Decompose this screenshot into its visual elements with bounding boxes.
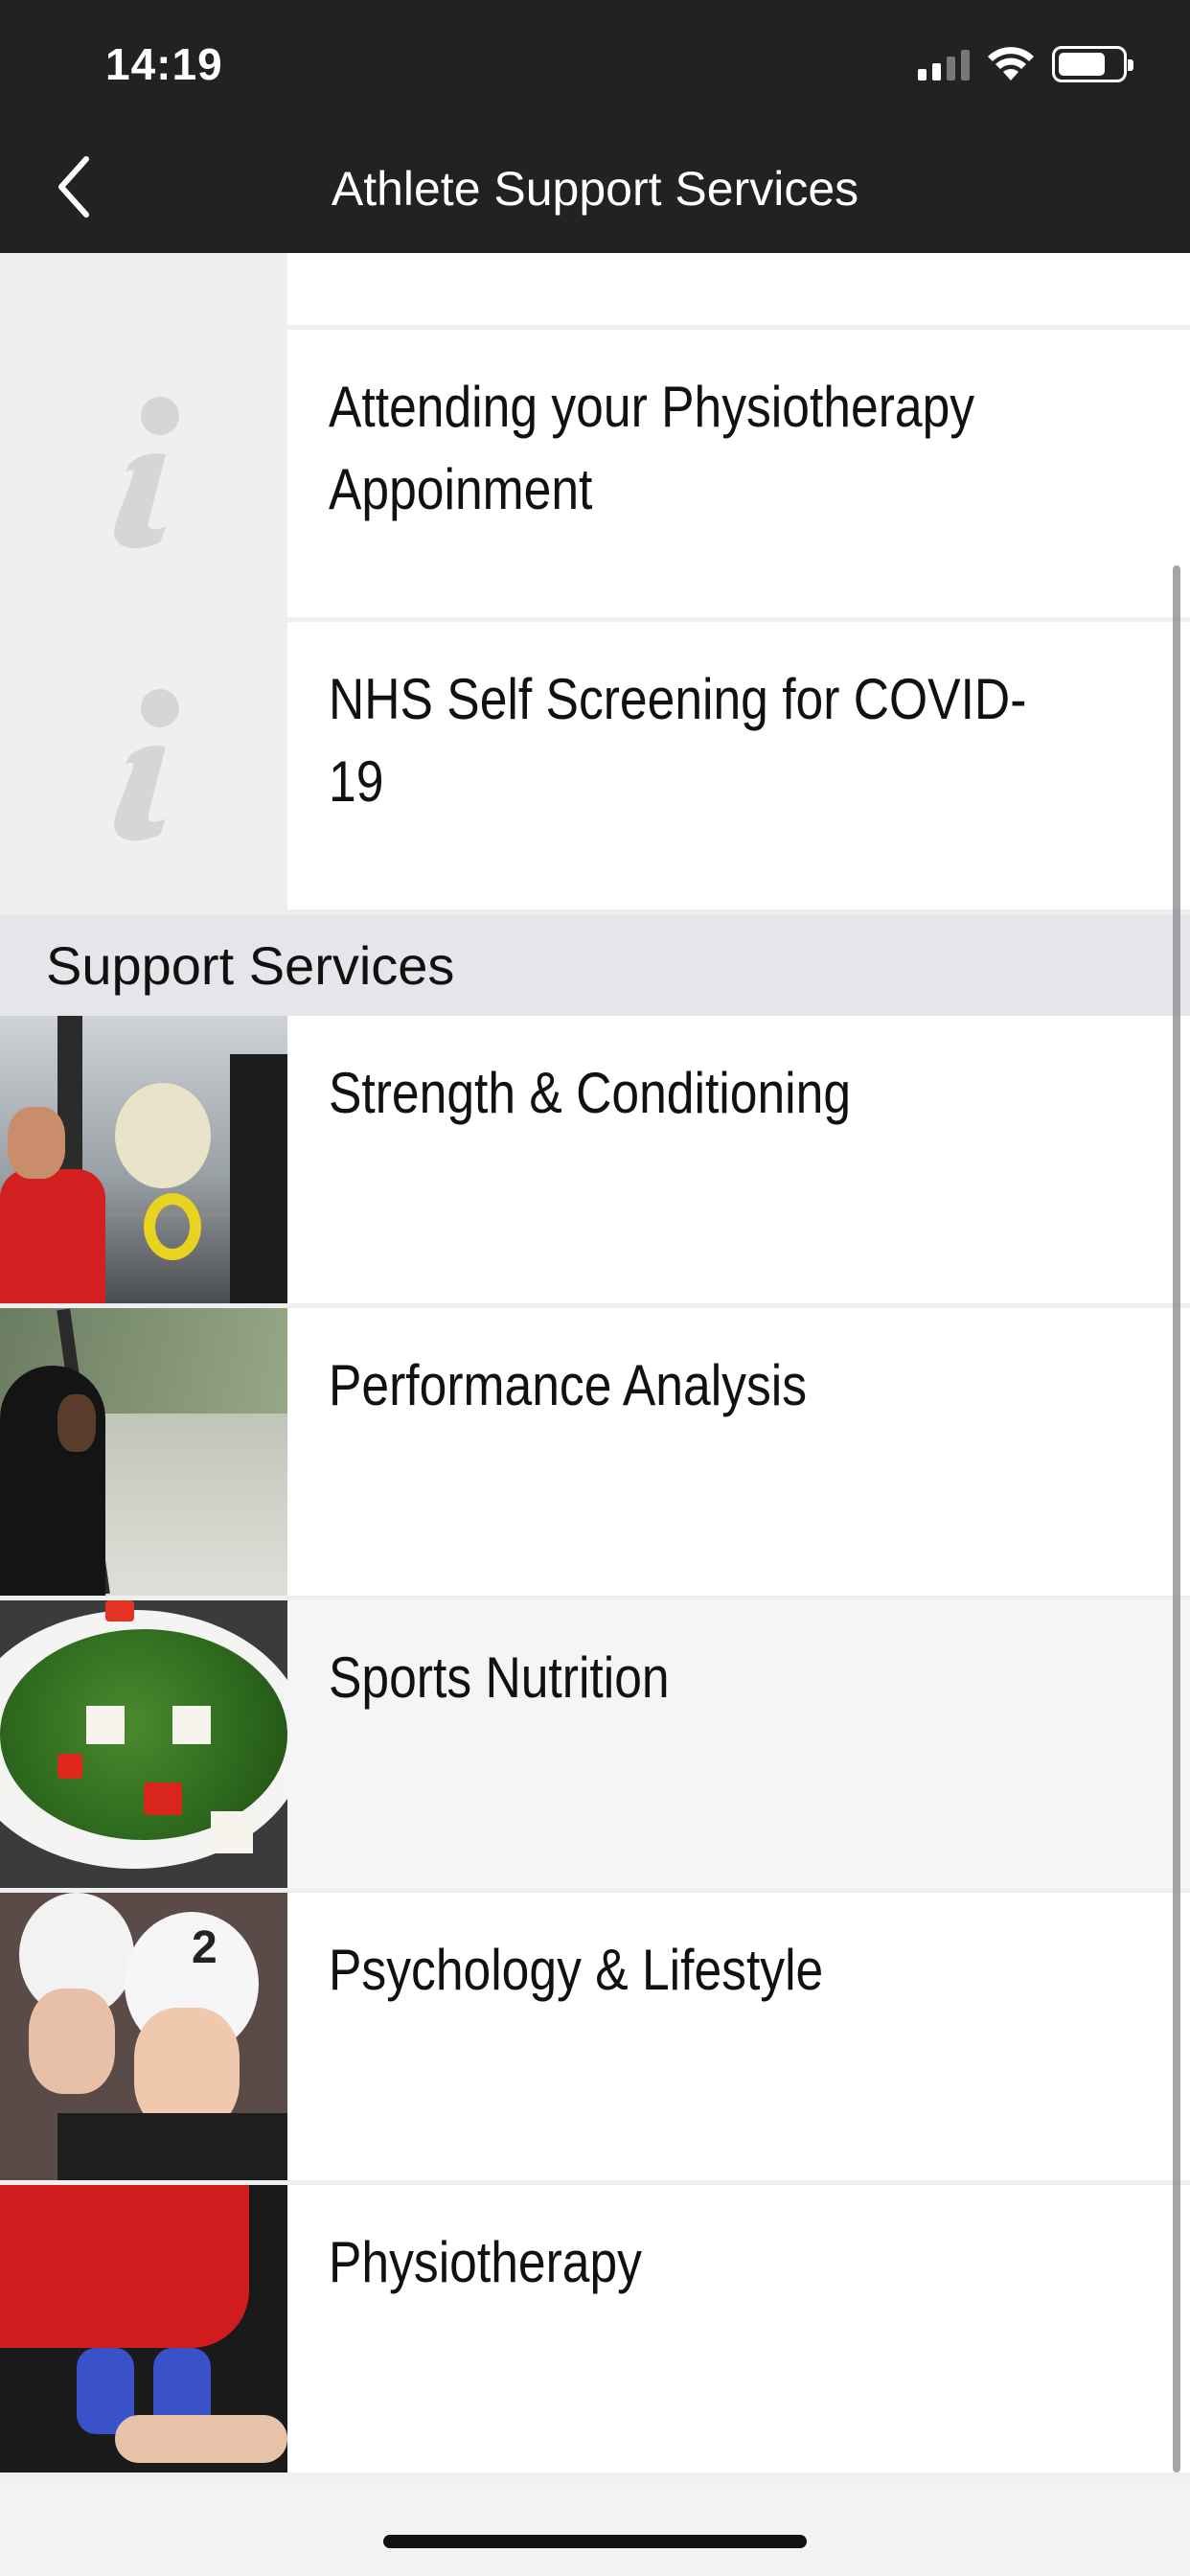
list-item-label: Sports Nutrition <box>329 1645 670 1710</box>
list-item-partial[interactable] <box>0 253 1190 330</box>
list-item-label: Psychology & Lifestyle <box>329 1938 824 2002</box>
list-item-physiotherapy[interactable]: Physiotherapy <box>0 2185 1190 2477</box>
top-bar: 14:19 Athlete Support Services <box>0 0 1190 253</box>
wifi-icon <box>988 47 1034 80</box>
analyst-photo <box>0 1308 287 1596</box>
list-item-covid-screening[interactable]: NHS Self Screening for COVID-19 <box>0 622 1190 914</box>
info-icon <box>114 397 179 549</box>
home-indicator[interactable] <box>383 2535 807 2548</box>
home-indicator-area <box>0 2478 1190 2576</box>
info-thumbnail <box>0 622 287 909</box>
list-item-strength-conditioning[interactable]: Strength & Conditioning <box>0 1016 1190 1308</box>
battery-icon <box>1052 46 1133 82</box>
page-title: Athlete Support Services <box>331 162 859 216</box>
cellular-signal-icon <box>918 48 970 80</box>
list-item-label: Physiotherapy <box>329 2230 642 2294</box>
list-item-psychology-lifestyle[interactable]: 2 Psychology & Lifestyle <box>0 1893 1190 2185</box>
services-list: Attending your Physiotherapy Appoinment … <box>0 253 1190 2477</box>
list-item-label: NHS Self Screening for COVID-19 <box>329 667 1027 814</box>
list-item-label: Performance Analysis <box>329 1353 808 1417</box>
physio-photo <box>0 2185 287 2472</box>
list-item-performance-analysis[interactable]: Performance Analysis <box>0 1308 1190 1600</box>
weightlifting-photo <box>0 1016 287 1303</box>
info-thumbnail <box>0 330 287 617</box>
list-item-label: Strength & Conditioning <box>329 1061 852 1125</box>
list-item-label: Attending your Physiotherapy Appoinment <box>329 375 975 521</box>
water-polo-photo: 2 <box>0 1893 287 2180</box>
section-header: Support Services <box>0 914 1190 1016</box>
salad-photo <box>0 1600 287 1888</box>
status-time: 14:19 <box>105 39 223 89</box>
list-item-sports-nutrition[interactable]: Sports Nutrition <box>0 1600 1190 1893</box>
status-icons <box>918 46 1133 82</box>
list-item-thumbnail <box>0 253 287 325</box>
list-item-physio-appointment[interactable]: Attending your Physiotherapy Appoinment <box>0 330 1190 622</box>
info-icon <box>114 689 179 841</box>
scrollbar[interactable] <box>1173 565 1180 2472</box>
